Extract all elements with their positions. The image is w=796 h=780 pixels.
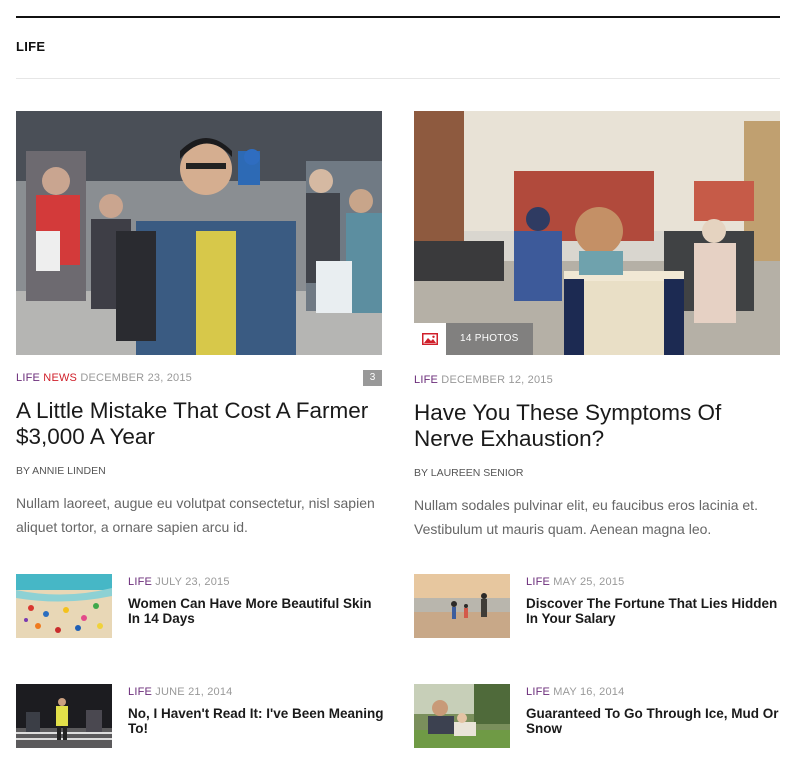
small-post-3-thumbnail[interactable] — [16, 684, 112, 748]
small-post-1: LIFE JULY 23, 2015 Women Can Have More B… — [16, 574, 382, 638]
image-icon — [414, 323, 446, 355]
featured-image-2[interactable]: 14 PHOTOS — [414, 111, 780, 355]
featured-2-meta: LIFE DECEMBER 12, 2015 — [414, 374, 553, 386]
small-post-3: LIFE JUNE 21, 2014 No, I Haven't Read It… — [16, 684, 384, 748]
small-post-1-title[interactable]: Women Can Have More Beautiful Skin In 14… — [128, 596, 384, 626]
small-post-2-title[interactable]: Discover The Fortune That Lies Hidden In… — [526, 596, 782, 626]
photo-count: 14 PHOTOS — [446, 323, 533, 355]
small-post-2-thumbnail[interactable] — [414, 574, 510, 638]
featured-image-1[interactable] — [16, 111, 382, 355]
small-post-4-date: MAY 16, 2014 — [553, 686, 625, 698]
small-post-3-date: JUNE 21, 2014 — [155, 686, 233, 698]
section-title[interactable]: LIFE — [16, 39, 45, 54]
featured-1-excerpt: Nullam laoreet, augue eu volutpat consec… — [16, 495, 375, 535]
small-post-4-title[interactable]: Guaranteed To Go Through Ice, Mud Or Sno… — [526, 706, 782, 736]
comment-count-badge[interactable]: 3 — [363, 370, 382, 386]
featured-2-byline[interactable]: BY LAUREEN SENIOR — [414, 467, 524, 479]
featured-1-byline[interactable]: BY ANNIE LINDEN — [16, 465, 106, 477]
featured-post-2: 14 PHOTOS LIFE DECEMBER 12, 2015 Have Yo… — [414, 111, 780, 537]
small-post-2-category[interactable]: LIFE — [526, 576, 550, 588]
small-post-4-meta: LIFE MAY 16, 2014 — [526, 686, 624, 698]
small-post-4-category[interactable]: LIFE — [526, 686, 550, 698]
small-post-1-category[interactable]: LIFE — [128, 576, 152, 588]
featured-1-meta: LIFE NEWS DECEMBER 23, 2015 — [16, 372, 192, 384]
featured-1-category[interactable]: LIFE — [16, 372, 40, 384]
small-post-4-thumbnail[interactable] — [414, 684, 510, 748]
small-post-4: LIFE MAY 16, 2014 Guaranteed To Go Throu… — [414, 684, 780, 748]
section-top-rule — [16, 16, 780, 18]
small-post-2-date: MAY 25, 2015 — [553, 576, 625, 588]
featured-1-date: DECEMBER 23, 2015 — [80, 372, 192, 384]
featured-2-date: DECEMBER 12, 2015 — [441, 374, 553, 386]
featured-post-1: LIFE NEWS DECEMBER 23, 2015 3 A Little M… — [16, 111, 382, 535]
small-post-1-thumbnail[interactable] — [16, 574, 112, 638]
small-post-1-meta: LIFE JULY 23, 2015 — [128, 576, 230, 588]
featured-2-title[interactable]: Have You These Symptoms Of Nerve Exhaust… — [414, 400, 780, 452]
featured-1-category2[interactable]: NEWS — [43, 372, 77, 384]
small-post-3-category[interactable]: LIFE — [128, 686, 152, 698]
section-divider — [16, 78, 780, 79]
small-post-2: LIFE MAY 25, 2015 Discover The Fortune T… — [414, 574, 780, 638]
photo-gallery-badge[interactable]: 14 PHOTOS — [414, 323, 533, 355]
small-post-3-meta: LIFE JUNE 21, 2014 — [128, 686, 233, 698]
small-post-1-date: JULY 23, 2015 — [155, 576, 230, 588]
small-post-3-title[interactable]: No, I Haven't Read It: I've Been Meaning… — [128, 706, 384, 736]
featured-2-excerpt: Nullam sodales pulvinar elit, eu faucibu… — [414, 497, 758, 537]
featured-2-category[interactable]: LIFE — [414, 374, 438, 386]
featured-1-title[interactable]: A Little Mistake That Cost A Farmer $3,0… — [16, 398, 382, 450]
small-post-2-meta: LIFE MAY 25, 2015 — [526, 576, 624, 588]
